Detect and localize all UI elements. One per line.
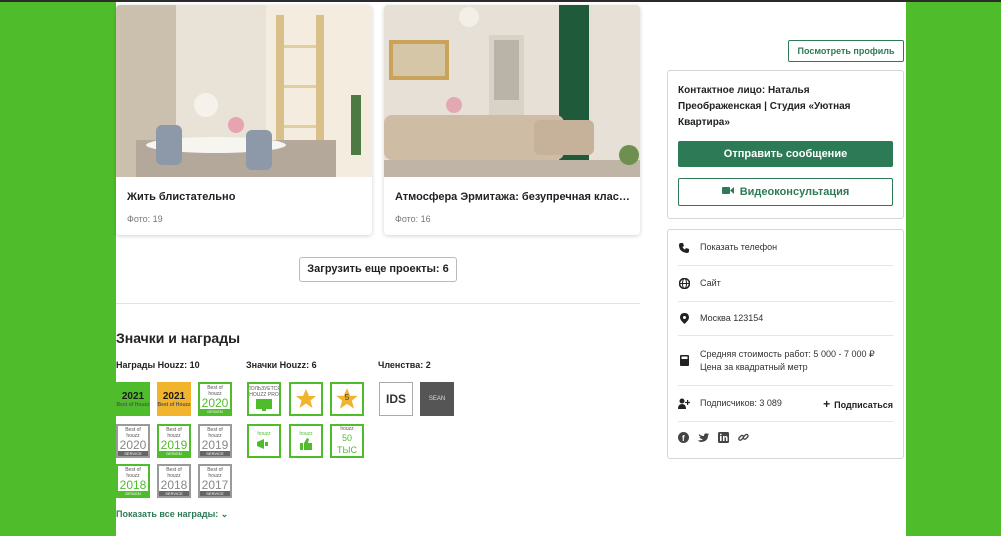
followers-count: Подписчиков: 3 089 bbox=[700, 398, 782, 408]
link-icon[interactable] bbox=[738, 432, 749, 443]
facebook-icon[interactable]: f bbox=[678, 432, 689, 443]
award-badge[interactable]: Best of houzz 2019 SERVICE bbox=[198, 424, 232, 458]
location-pin-icon bbox=[678, 313, 690, 325]
linkedin-icon[interactable] bbox=[718, 432, 729, 443]
awards-section-title: Значки и награды bbox=[116, 330, 241, 346]
monitor-icon bbox=[256, 399, 272, 411]
project-card[interactable]: Атмосфера Эрмитажа: безупречная класс… Ф… bbox=[384, 5, 640, 235]
globe-icon bbox=[678, 278, 690, 290]
location-row: Москва 123154 bbox=[678, 302, 893, 336]
project-photo[interactable] bbox=[384, 5, 640, 177]
project-photo-count: Фото: 19 bbox=[127, 214, 163, 224]
cost-unit: Цена за квадратный метр bbox=[700, 361, 808, 372]
ids-membership-badge[interactable]: IDS bbox=[379, 382, 413, 416]
project-title[interactable]: Атмосфера Эрмитажа: безупречная класс… bbox=[395, 191, 631, 203]
phone-icon bbox=[678, 242, 690, 254]
cost-text: Средняя стоимость работ: 5 000 - 7 000 ₽ bbox=[700, 348, 875, 359]
followers-row: Подписчиков: 3 089 + Подписаться bbox=[678, 386, 893, 422]
followers-badge[interactable]: houzz 50 ТЫС bbox=[330, 424, 364, 458]
social-links: f bbox=[678, 432, 749, 443]
thumbs-up-icon bbox=[300, 438, 312, 450]
award-badge[interactable]: Best of houzz 2020 SERVICE bbox=[116, 424, 150, 458]
show-all-awards-link[interactable]: Показать все награды: ⌄ bbox=[116, 509, 228, 520]
info-panel: Показать телефон Сайт Москва 123154 Сред… bbox=[667, 229, 904, 459]
award-badge[interactable]: 2021 Best of Houzz bbox=[157, 382, 191, 416]
megaphone-icon bbox=[257, 439, 268, 449]
followers-icon bbox=[678, 398, 690, 410]
svg-text:f: f bbox=[682, 434, 685, 443]
twitter-icon[interactable] bbox=[698, 432, 709, 443]
megaphone-badge[interactable]: houzz bbox=[247, 424, 281, 458]
calculator-icon bbox=[678, 355, 690, 367]
membership-badge[interactable]: SEAN bbox=[420, 382, 454, 416]
plus-icon: + bbox=[823, 396, 831, 411]
contact-name: Контактное лицо: Наталья Преображенская … bbox=[678, 85, 851, 128]
award-badge[interactable]: 2021 Best of Houzz bbox=[116, 382, 150, 416]
project-photo-count: Фото: 16 bbox=[395, 214, 431, 224]
video-consult-button[interactable]: Видеоконсультация bbox=[678, 178, 893, 206]
website-row[interactable]: Сайт bbox=[678, 266, 893, 302]
award-badge[interactable]: Best of houzz 2019 DESIGN bbox=[157, 424, 191, 458]
contact-panel: Контактное лицо: Наталья Преображенская … bbox=[667, 70, 904, 219]
project-title[interactable]: Жить блистательно bbox=[127, 191, 363, 203]
award-badge[interactable]: Best of houzz 2018 SERVICE bbox=[157, 464, 191, 498]
show-phone-row[interactable]: Показать телефон bbox=[678, 230, 893, 266]
section-divider bbox=[116, 303, 640, 304]
subscribe-button[interactable]: + Подписаться bbox=[823, 397, 893, 411]
main-page: Жить блистательно Фото: 19 Атмосфера Эрм… bbox=[116, 2, 906, 536]
award-badge[interactable]: Best of houzz 2020 DESIGN bbox=[198, 382, 232, 416]
star-icon bbox=[296, 389, 316, 408]
star-badge[interactable] bbox=[289, 382, 323, 416]
project-card[interactable]: Жить блистательно Фото: 19 bbox=[116, 5, 372, 235]
houzz-badges-title: Значки Houzz: 6 bbox=[246, 360, 317, 370]
award-badge[interactable]: Best of houzz 2017 SERVICE bbox=[198, 464, 232, 498]
award-badge[interactable]: Best of houzz 2018 DESIGN bbox=[116, 464, 150, 498]
project-photo[interactable] bbox=[116, 5, 372, 177]
thumbs-up-badge[interactable]: houzz bbox=[289, 424, 323, 458]
load-more-projects-button[interactable]: Загрузить еще проекты: 6 bbox=[299, 257, 457, 282]
houzz-awards-title: Награды Houzz: 10 bbox=[116, 360, 200, 370]
cost-row: Средняя стоимость работ: 5 000 - 7 000 ₽… bbox=[678, 336, 893, 386]
view-profile-button[interactable]: Посмотреть профиль bbox=[788, 40, 904, 62]
rating-star-badge[interactable]: 5 bbox=[330, 382, 364, 416]
houzz-pro-badge[interactable]: ПОЛЬЗУЕТСЯ HOUZZ PRO bbox=[247, 382, 281, 416]
memberships-title: Членства: 2 bbox=[378, 360, 431, 370]
video-camera-icon bbox=[721, 179, 734, 205]
send-message-button[interactable]: Отправить сообщение bbox=[678, 141, 893, 167]
